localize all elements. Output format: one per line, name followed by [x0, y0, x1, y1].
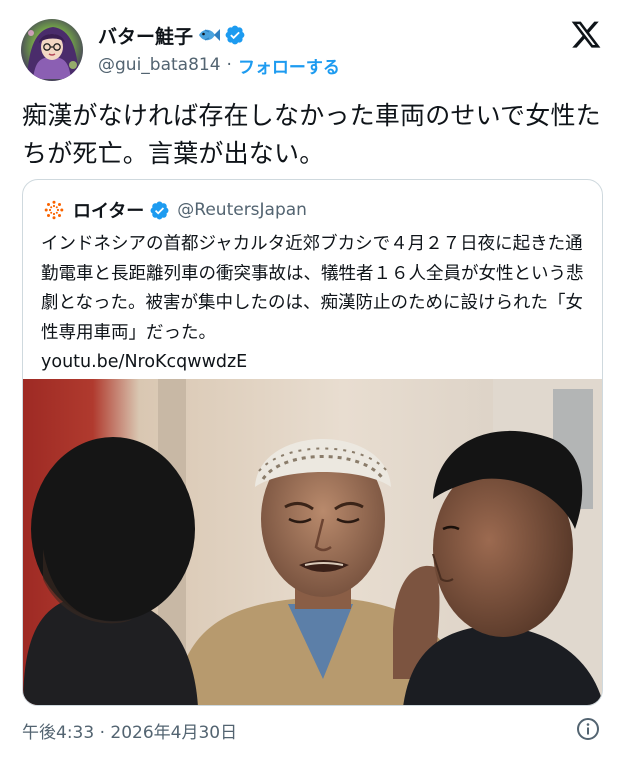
separator-dot: · — [99, 723, 105, 743]
author-handle-row: @gui_bata814 · フォローする — [98, 53, 340, 78]
author-handle[interactable]: @gui_bata814 — [98, 55, 221, 75]
quote-author-name: ロイター — [73, 201, 145, 222]
separator-dot: · — [226, 55, 232, 75]
tweet-timestamp[interactable]: 午後4:33 · 2026年4月30日 — [22, 718, 237, 743]
timestamp-date: 2026年4月30日 — [110, 723, 238, 743]
author-name-row: バター鮭子 — [98, 22, 246, 48]
quote-author-handle: @ReutersJapan — [177, 200, 307, 220]
info-icon[interactable] — [576, 717, 600, 741]
verified-icon[interactable] — [224, 24, 246, 46]
x-logo-icon[interactable] — [570, 21, 602, 51]
verified-icon — [149, 200, 170, 221]
author-avatar[interactable] — [21, 19, 83, 81]
quote-body: インドネシアの首都ジャカルタ近郊ブカシで４月２７日夜に起きた通勤電車と長距離列車… — [41, 234, 584, 343]
tweet-text: 痴漢がなければ存在しなかった車両のせいで女性たちが死亡。言葉が出ない。 — [22, 101, 601, 168]
fish-icon — [197, 26, 221, 44]
quote-header: ロイター @ReutersJapan — [43, 197, 307, 223]
quote-link[interactable]: youtu.be/NroKcqwwdzE — [41, 348, 596, 378]
reuters-logo-icon — [43, 199, 65, 221]
follow-button[interactable]: フォローする — [238, 53, 340, 78]
author-display-name[interactable]: バター鮭子 — [98, 22, 193, 49]
timestamp-time: 午後4:33 — [22, 723, 95, 743]
quote-media-image[interactable] — [23, 379, 602, 705]
quote-text-block: インドネシアの首都ジャカルタ近郊ブカシで４月２７日夜に起きた通勤電車と長距離列車… — [41, 230, 596, 378]
quoted-tweet-card[interactable]: ロイター @ReutersJapan インドネシアの首都ジャカルタ近郊ブカシで４… — [22, 179, 603, 706]
